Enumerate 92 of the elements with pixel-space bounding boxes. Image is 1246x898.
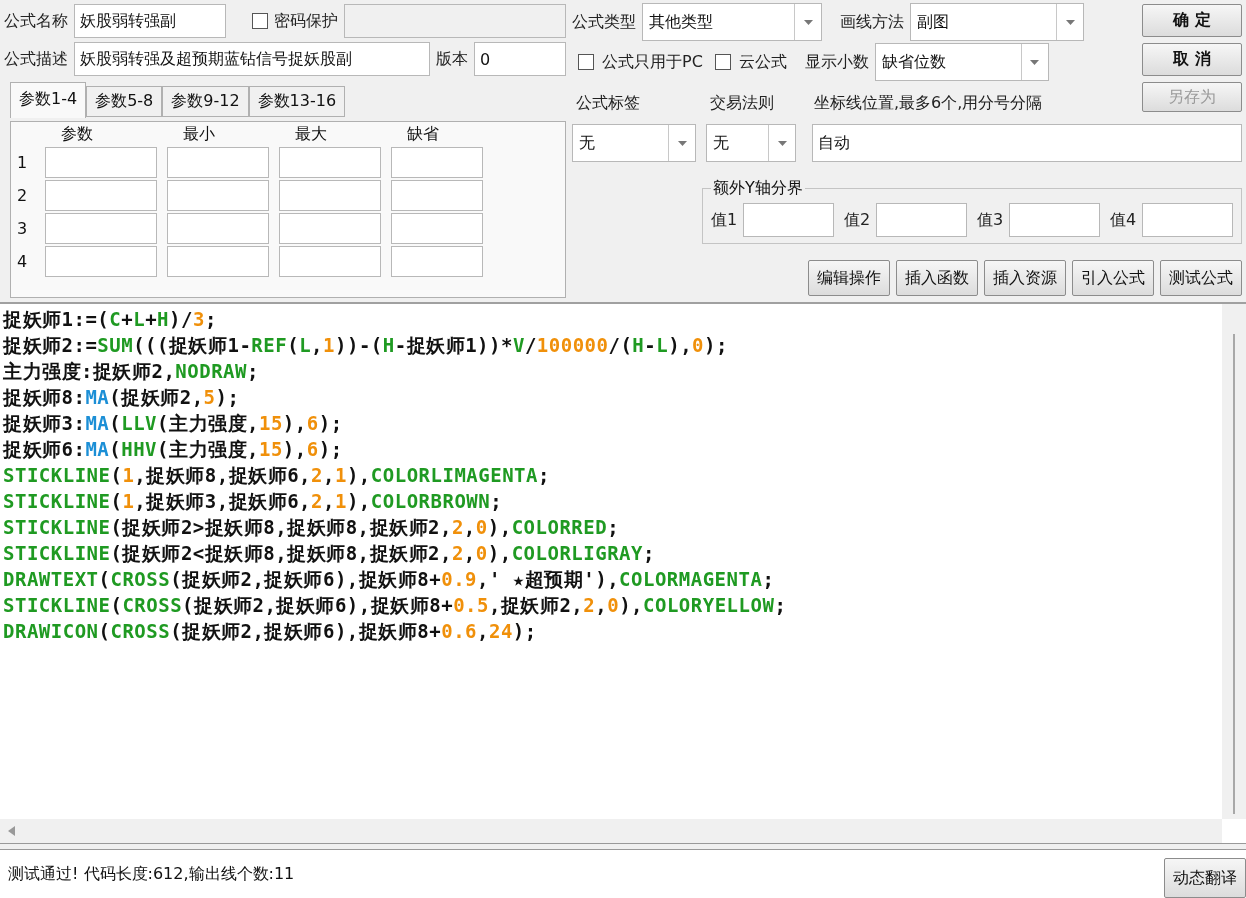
row-number: 4	[17, 252, 29, 271]
checkbox[interactable]	[714, 54, 731, 70]
tool-button[interactable]: 测试公式	[1160, 260, 1242, 296]
tool-button[interactable]: 插入资源	[984, 260, 1066, 296]
code-line: DRAWICON(CROSS(捉妖师2,捉妖师6),捉妖师8+0.6,24);	[3, 619, 538, 644]
caret-icon	[777, 140, 787, 146]
row-number: 3	[17, 219, 29, 238]
group-title: 额外Y轴分界	[712, 178, 804, 199]
code-line: STICKLINE(1,捉妖师8,捉妖师6,2,1),COLORLIMAGENTA;	[3, 463, 551, 488]
input-field[interactable]	[876, 203, 967, 237]
input-field[interactable]	[1142, 203, 1233, 237]
field-label: 值4	[1110, 209, 1137, 231]
code-line: 捉妖师2:=SUM(((捉妖师1-REF(L,1))-(H-捉妖师1))*V/100000/(H-L),0);	[3, 333, 729, 358]
tab[interactable]: 参数1-4	[10, 82, 87, 118]
dropdown[interactable]: 无	[706, 124, 796, 162]
input-field[interactable]	[167, 147, 269, 178]
column-header: 参数	[60, 124, 94, 145]
tab[interactable]: 参数9-12	[162, 86, 249, 117]
code-line: STICKLINE(捉妖师2>捉妖师8,捉妖师8,捉妖师2,2,0),COLORRED;	[3, 515, 621, 540]
input-field[interactable]	[45, 213, 157, 244]
code-line: DRAWTEXT(CROSS(捉妖师2,捉妖师6),捉妖师8+0.9,' ★超预期'),COLORMAGENTA;	[3, 567, 776, 592]
column-header: 最小	[182, 124, 216, 145]
code-line: STICKLINE(CROSS(捉妖师2,捉妖师6),捉妖师8+0.5,捉妖师2,2,0),COLORYELLOW;	[3, 593, 788, 618]
field-label: 交易法则	[710, 93, 775, 114]
dropdown[interactable]: 副图	[910, 3, 1084, 41]
input-field[interactable]: 妖股弱转强及超预期蓝钻信号捉妖股副	[74, 42, 430, 76]
code-line: 捉妖师3:MA(LLV(主力强度,15),6);	[3, 411, 344, 436]
status-message: 测试通过! 代码长度:612,输出线个数:11	[7, 863, 296, 885]
vertical-scrollbar[interactable]	[1222, 304, 1246, 819]
code-line: 主力强度:捉妖师2,NODRAW;	[3, 359, 260, 384]
input-field[interactable]	[167, 246, 269, 277]
input-field[interactable]: 自动	[812, 124, 1242, 162]
field-label: 坐标线位置,最多6个,用分号分隔	[814, 93, 1043, 114]
code-line: 捉妖师1:=(C+L+H)/3;	[3, 307, 218, 332]
dropdown[interactable]: 其他类型	[642, 3, 822, 41]
input-field[interactable]	[45, 180, 157, 211]
tab[interactable]: 参数13-16	[248, 86, 346, 117]
input-field[interactable]: 0	[474, 42, 566, 76]
field-label: 值3	[977, 209, 1004, 231]
field-label: 值2	[844, 209, 871, 231]
checkbox[interactable]	[252, 13, 268, 29]
action-button[interactable]: 确 定	[1142, 4, 1242, 37]
field-label: 版本	[436, 48, 468, 70]
column-header: 缺省	[406, 124, 440, 145]
input-field[interactable]	[279, 213, 381, 244]
input-field[interactable]	[391, 147, 483, 178]
code-line: STICKLINE(1,捉妖师3,捉妖师6,2,1),COLORBROWN;	[3, 489, 504, 514]
field-label: 公式名称	[4, 10, 68, 32]
checkbox[interactable]	[578, 54, 594, 70]
dropdown[interactable]: 缺省位数	[874, 43, 1049, 81]
input-field[interactable]	[279, 147, 381, 178]
dropdown[interactable]: 无	[572, 124, 696, 162]
caret-icon	[1065, 19, 1075, 25]
action-button[interactable]: 取 消	[1142, 43, 1242, 76]
column-header: 最大	[294, 124, 328, 145]
input-field[interactable]	[167, 180, 269, 211]
checkbox-label: 密码保护	[274, 10, 338, 32]
row-number: 2	[17, 186, 29, 205]
code-line: 捉妖师6:MA(HHV(主力强度,15),6);	[3, 437, 344, 462]
code-line: STICKLINE(捉妖师2<捉妖师8,捉妖师8,捉妖师2,2,0),COLORLIGRAY;	[3, 541, 656, 566]
input-field[interactable]	[279, 180, 381, 211]
password-field[interactable]	[344, 4, 566, 38]
scroll-left-icon[interactable]	[8, 826, 15, 836]
input-field[interactable]	[167, 213, 269, 244]
field-label: 显示小数	[804, 51, 869, 73]
horizontal-scrollbar[interactable]	[0, 819, 1222, 843]
checkbox-label: 公式只用于PC	[602, 51, 703, 73]
tool-button[interactable]: 编辑操作	[808, 260, 890, 296]
field-label: 公式标签	[575, 93, 641, 114]
input-field[interactable]	[743, 203, 834, 237]
input-field[interactable]: 妖股弱转强副	[74, 4, 226, 38]
field-label: 公式类型	[572, 11, 636, 33]
translate-button[interactable]: 动态翻译	[1164, 858, 1246, 898]
field-label: 值1	[711, 209, 738, 231]
field-label: 公式描述	[4, 48, 68, 70]
field-label: 画线方法	[840, 11, 904, 33]
input-field[interactable]	[279, 246, 381, 277]
input-field[interactable]	[1009, 203, 1100, 237]
input-field[interactable]	[45, 147, 157, 178]
input-field[interactable]	[45, 246, 157, 277]
tool-button[interactable]: 引入公式	[1072, 260, 1154, 296]
caret-icon	[677, 140, 687, 146]
checkbox-label: 云公式	[738, 51, 787, 73]
tool-button[interactable]: 插入函数	[896, 260, 978, 296]
caret-icon	[1030, 59, 1040, 65]
row-number: 1	[17, 153, 29, 172]
input-field[interactable]	[391, 213, 483, 244]
input-field[interactable]	[391, 246, 483, 277]
code-line: 捉妖师8:MA(捉妖师2,5);	[3, 385, 241, 410]
caret-icon	[803, 19, 813, 25]
input-field[interactable]	[391, 180, 483, 211]
tab[interactable]: 参数5-8	[86, 86, 163, 117]
